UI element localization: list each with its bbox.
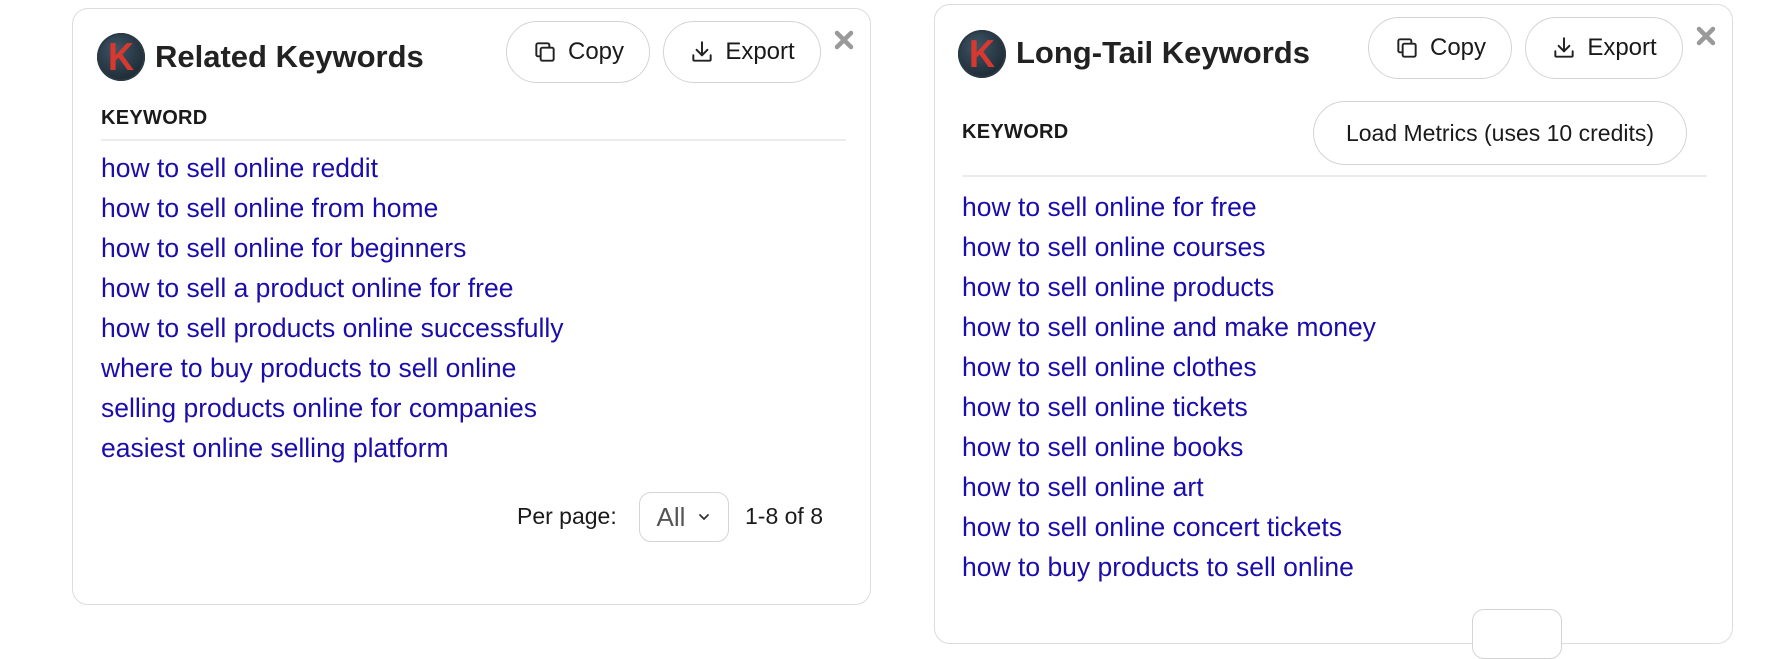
keyword-link[interactable]: how to sell online books bbox=[962, 427, 1376, 467]
export-button-label: Export bbox=[1587, 34, 1657, 61]
keyword-link[interactable]: selling products online for companies bbox=[101, 388, 564, 428]
keyword-link[interactable]: how to buy products to sell online bbox=[962, 547, 1376, 587]
export-button[interactable]: Export bbox=[1525, 17, 1683, 79]
keyword-link[interactable]: how to sell online reddit bbox=[101, 148, 564, 188]
column-header-keyword: KEYWORD bbox=[962, 121, 1069, 143]
keyword-link[interactable]: where to buy products to sell online bbox=[101, 348, 564, 388]
keyword-link[interactable]: how to sell online from home bbox=[101, 188, 564, 228]
keyword-tool-logo: K bbox=[97, 33, 145, 81]
panel-title: Long-Tail Keywords bbox=[1016, 35, 1310, 70]
keyword-link[interactable]: how to sell online tickets bbox=[962, 387, 1376, 427]
logo-letter: K bbox=[108, 34, 134, 79]
keyword-link[interactable]: easiest online selling platform bbox=[101, 428, 564, 468]
export-icon bbox=[692, 41, 712, 62]
keyword-link[interactable]: how to sell online and make money bbox=[962, 307, 1376, 347]
column-header-keyword: KEYWORD bbox=[101, 107, 208, 129]
per-page-label: Per page: bbox=[517, 503, 617, 529]
keyword-link[interactable]: how to sell online products bbox=[962, 267, 1376, 307]
close-icon[interactable] bbox=[1695, 25, 1717, 47]
keyword-tool-logo: K bbox=[958, 30, 1006, 78]
copy-button[interactable]: Copy bbox=[506, 21, 650, 83]
copy-button-label: Copy bbox=[1429, 34, 1487, 61]
pagination-range: 1-8 of 8 bbox=[745, 503, 823, 529]
header-divider bbox=[962, 175, 1707, 177]
keyword-link[interactable]: how to sell online for beginners bbox=[101, 228, 564, 268]
per-page-select[interactable]: All bbox=[639, 492, 729, 542]
keyword-link[interactable]: how to sell online art bbox=[962, 467, 1376, 507]
related-keywords-panel: K Related Keywords Copy Export KEYWORD h… bbox=[72, 8, 871, 605]
keyword-link[interactable]: how to sell online concert tickets bbox=[962, 507, 1376, 547]
copy-button-label: Copy bbox=[567, 38, 625, 65]
copy-icon bbox=[1397, 38, 1417, 58]
keyword-link[interactable]: how to sell online for free bbox=[962, 187, 1376, 227]
load-metrics-label: Load Metrics (uses 10 credits) bbox=[1345, 119, 1655, 146]
long-tail-keyword-list: how to sell online for free how to sell … bbox=[962, 187, 1376, 587]
chevron-down-icon bbox=[699, 514, 710, 520]
per-page-value: All bbox=[656, 501, 686, 532]
export-button-label: Export bbox=[725, 38, 795, 65]
related-keyword-list: how to sell online reddit how to sell on… bbox=[101, 148, 564, 468]
panel-title: Related Keywords bbox=[155, 39, 424, 74]
copy-icon bbox=[535, 42, 555, 62]
keyword-link[interactable]: how to sell products online successfully bbox=[101, 308, 564, 348]
load-metrics-button[interactable]: Load Metrics (uses 10 credits) bbox=[1313, 101, 1687, 165]
keyword-link[interactable]: how to sell online courses bbox=[962, 227, 1376, 267]
long-tail-keywords-panel: K Long-Tail Keywords Copy Export KEYWORD… bbox=[934, 4, 1733, 659]
header-divider bbox=[101, 139, 846, 141]
export-button[interactable]: Export bbox=[663, 21, 821, 83]
per-page-select[interactable] bbox=[1472, 609, 1562, 659]
close-icon[interactable] bbox=[833, 29, 855, 51]
logo-letter: K bbox=[969, 31, 995, 76]
copy-button[interactable]: Copy bbox=[1368, 17, 1512, 79]
export-icon bbox=[1554, 37, 1574, 58]
keyword-link[interactable]: how to sell a product online for free bbox=[101, 268, 564, 308]
keyword-link[interactable]: how to sell online clothes bbox=[962, 347, 1376, 387]
